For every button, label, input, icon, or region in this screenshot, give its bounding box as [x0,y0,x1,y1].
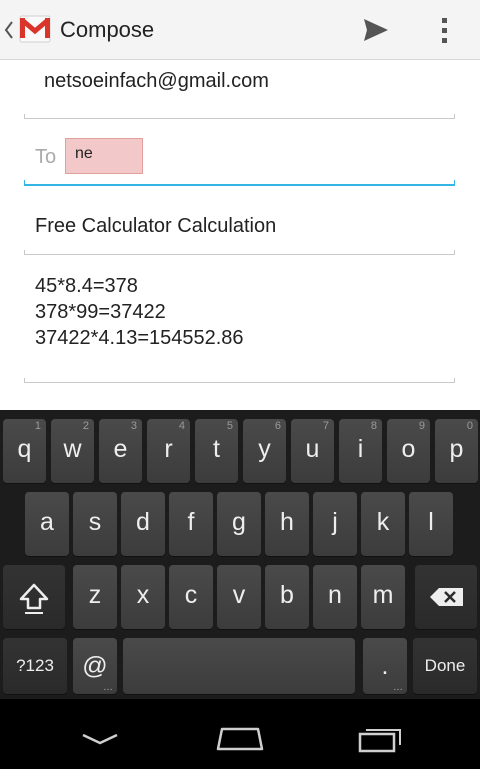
body-line: 378*99=37422 [35,301,166,323]
key-f[interactable]: f [169,492,213,556]
from-underline [24,114,455,119]
body-underline [24,378,455,383]
key-z[interactable]: z [73,565,117,629]
navigation-bar [0,699,480,769]
key-x[interactable]: x [121,565,165,629]
key-c[interactable]: c [169,565,213,629]
key-o[interactable]: 9o [387,419,430,483]
subject-field[interactable]: Free Calculator Calculation [35,215,276,238]
send-icon[interactable] [356,14,396,46]
up-caret-icon[interactable] [4,18,14,42]
key-u[interactable]: 7u [291,419,334,483]
body-line: 37422*4.13=154552.86 [35,327,244,349]
home-icon[interactable] [214,723,266,753]
key-p[interactable]: 0p [435,419,478,483]
period-key[interactable]: .… [363,638,407,694]
key-d[interactable]: d [121,492,165,556]
key-w[interactable]: 2w [51,419,94,483]
to-label: To [35,146,57,168]
key-t[interactable]: 5t [195,419,238,483]
key-h[interactable]: h [265,492,309,556]
action-bar: Compose [0,0,480,60]
recents-icon[interactable] [357,724,405,754]
symbols-key[interactable]: ?123 [3,638,67,694]
to-field-underline[interactable] [24,180,455,186]
space-key[interactable] [123,638,355,694]
key-a[interactable]: a [25,492,69,556]
key-v[interactable]: v [217,565,261,629]
key-i[interactable]: 8i [339,419,382,483]
key-l[interactable]: l [409,492,453,556]
back-icon[interactable] [80,729,120,749]
backspace-icon [430,588,463,606]
at-key[interactable]: @… [73,638,117,694]
page-title: Compose [60,17,155,42]
key-b[interactable]: b [265,565,309,629]
key-q[interactable]: 1q [3,419,46,483]
body-line: 45*8.4=378 [35,275,138,297]
subject-underline [24,250,455,255]
recipient-chip[interactable]: ne [65,138,143,174]
key-j[interactable]: j [313,492,357,556]
key-s[interactable]: s [73,492,117,556]
key-k[interactable]: k [361,492,405,556]
key-n[interactable]: n [313,565,357,629]
key-y[interactable]: 6y [243,419,286,483]
backspace-key[interactable] [415,565,477,629]
key-g[interactable]: g [217,492,261,556]
key-m[interactable]: m [361,565,405,629]
gmail-logo-icon[interactable] [16,12,54,48]
key-e[interactable]: 3e [99,419,142,483]
recipient-chip-text: ne [75,145,93,162]
key-r[interactable]: 4r [147,419,190,483]
overflow-menu-icon[interactable] [432,14,456,46]
from-account[interactable]: netsoeinfach@gmail.com [44,70,269,93]
shift-icon [19,583,49,614]
keyboard: 1q 2w 3e 4r 5t 6y 7u 8i 9o 0p a s d f g … [0,410,480,699]
shift-key[interactable] [3,565,65,629]
done-key[interactable]: Done [413,638,477,694]
